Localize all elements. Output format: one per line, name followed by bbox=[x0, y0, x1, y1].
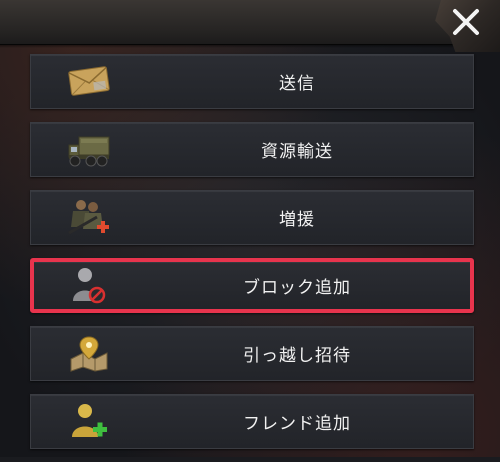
resource-transport-button[interactable]: 資源輸送 bbox=[30, 122, 474, 177]
reinforce-button[interactable]: 増援 bbox=[30, 190, 474, 245]
menu-item-label: ブロック追加 bbox=[243, 278, 351, 298]
action-menu: 送信 資源輸送 増援 ブロック追加 引っ越し招待 フレンド追加 bbox=[30, 54, 474, 462]
send-message-button[interactable]: 送信 bbox=[30, 54, 474, 109]
menu-item-label: 増援 bbox=[279, 210, 315, 230]
menu-item-label: 引っ越し招待 bbox=[243, 346, 351, 366]
dialog-header bbox=[0, 0, 500, 48]
relocation-invite-button[interactable]: 引っ越し招待 bbox=[30, 326, 474, 381]
menu-item-label: フレンド追加 bbox=[243, 414, 351, 434]
dialog-panel: 送信 資源輸送 増援 ブロック追加 引っ越し招待 フレンド追加 bbox=[0, 0, 500, 457]
reinforce-soldiers-icon bbox=[67, 197, 111, 237]
map-pin-icon bbox=[67, 333, 111, 373]
menu-item-label: 資源輸送 bbox=[261, 142, 333, 162]
close-icon bbox=[453, 9, 479, 35]
close-button[interactable] bbox=[450, 6, 482, 38]
add-friend-icon bbox=[67, 401, 111, 441]
truck-icon bbox=[67, 129, 111, 169]
menu-item-label: 送信 bbox=[279, 74, 315, 94]
block-user-icon bbox=[67, 265, 111, 305]
add-friend-button[interactable]: フレンド追加 bbox=[30, 394, 474, 449]
block-user-button[interactable]: ブロック追加 bbox=[30, 258, 474, 313]
envelope-icon bbox=[67, 61, 111, 101]
